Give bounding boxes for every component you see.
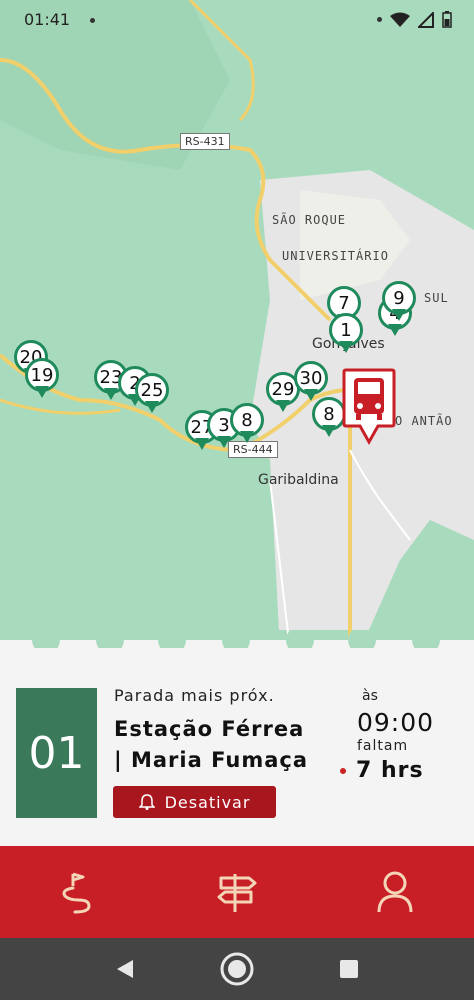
signpost-icon xyxy=(217,874,257,912)
map-label-antao: O ANTÃO xyxy=(395,414,453,428)
map-label-sul: SUL xyxy=(424,291,449,305)
recents-icon[interactable] xyxy=(339,959,359,979)
deactivate-label: Desativar xyxy=(164,792,251,812)
ticket-edge-divider xyxy=(0,630,474,650)
home-icon[interactable] xyxy=(218,950,256,988)
map-label-universitario: UNIVERSITÁRIO xyxy=(282,249,389,263)
system-icons xyxy=(377,11,452,28)
nav-stops-button[interactable] xyxy=(197,857,277,927)
stop-marker[interactable]: 8 xyxy=(312,397,346,441)
signal-icon xyxy=(418,11,434,28)
stop-marker[interactable]: 19 xyxy=(25,358,59,402)
map-label-garibaldina: Garibaldina xyxy=(258,472,339,488)
person-icon xyxy=(377,871,413,913)
notification-dot-icon xyxy=(90,18,95,23)
status-time: 01:41 xyxy=(24,10,71,29)
system-navigation-bar xyxy=(0,938,474,1000)
next-stop-label: Parada mais próx. xyxy=(114,686,275,705)
remaining-value: 7 hrs xyxy=(356,758,424,783)
map-label-sao-roque: SÃO ROQUE xyxy=(272,213,347,227)
at-label: às xyxy=(362,688,378,704)
live-dot-icon xyxy=(340,768,346,774)
stop-marker[interactable]: 1 xyxy=(329,313,363,357)
nav-profile-button[interactable] xyxy=(355,857,435,927)
arrival-time: 09:00 xyxy=(357,708,435,737)
stop-name: Estação Férrea | Maria Fumaça xyxy=(114,714,344,776)
stop-marker[interactable]: 8 xyxy=(230,403,264,447)
battery-icon xyxy=(442,11,452,28)
stop-marker[interactable]: 9 xyxy=(382,281,416,325)
route-icon xyxy=(62,872,91,914)
next-stop-panel: 01 Parada mais próx. Estação Férrea | Ma… xyxy=(0,648,474,846)
bus-icon[interactable] xyxy=(342,368,396,446)
stop-name-line1: Estação Férrea xyxy=(114,717,305,741)
remaining-label: faltam xyxy=(357,738,409,754)
back-icon[interactable] xyxy=(113,958,135,980)
stop-number-badge: 01 xyxy=(16,688,97,818)
map-view[interactable]: RS-431 RS-444 SÃO ROQUE UNIVERSITÁRIO Ga… xyxy=(0,0,474,650)
stop-name-line2: | Maria Fumaça xyxy=(114,748,309,772)
status-bar: 01:41 xyxy=(0,0,474,40)
wifi-icon xyxy=(390,12,410,27)
nav-route-button[interactable] xyxy=(39,857,119,927)
stop-marker[interactable]: 25 xyxy=(135,373,169,417)
dot-icon xyxy=(377,17,382,22)
bell-icon xyxy=(138,794,155,810)
road-label-rs431: RS-431 xyxy=(180,133,230,150)
deactivate-button[interactable]: Desativar xyxy=(113,786,276,818)
bottom-nav xyxy=(0,846,474,938)
